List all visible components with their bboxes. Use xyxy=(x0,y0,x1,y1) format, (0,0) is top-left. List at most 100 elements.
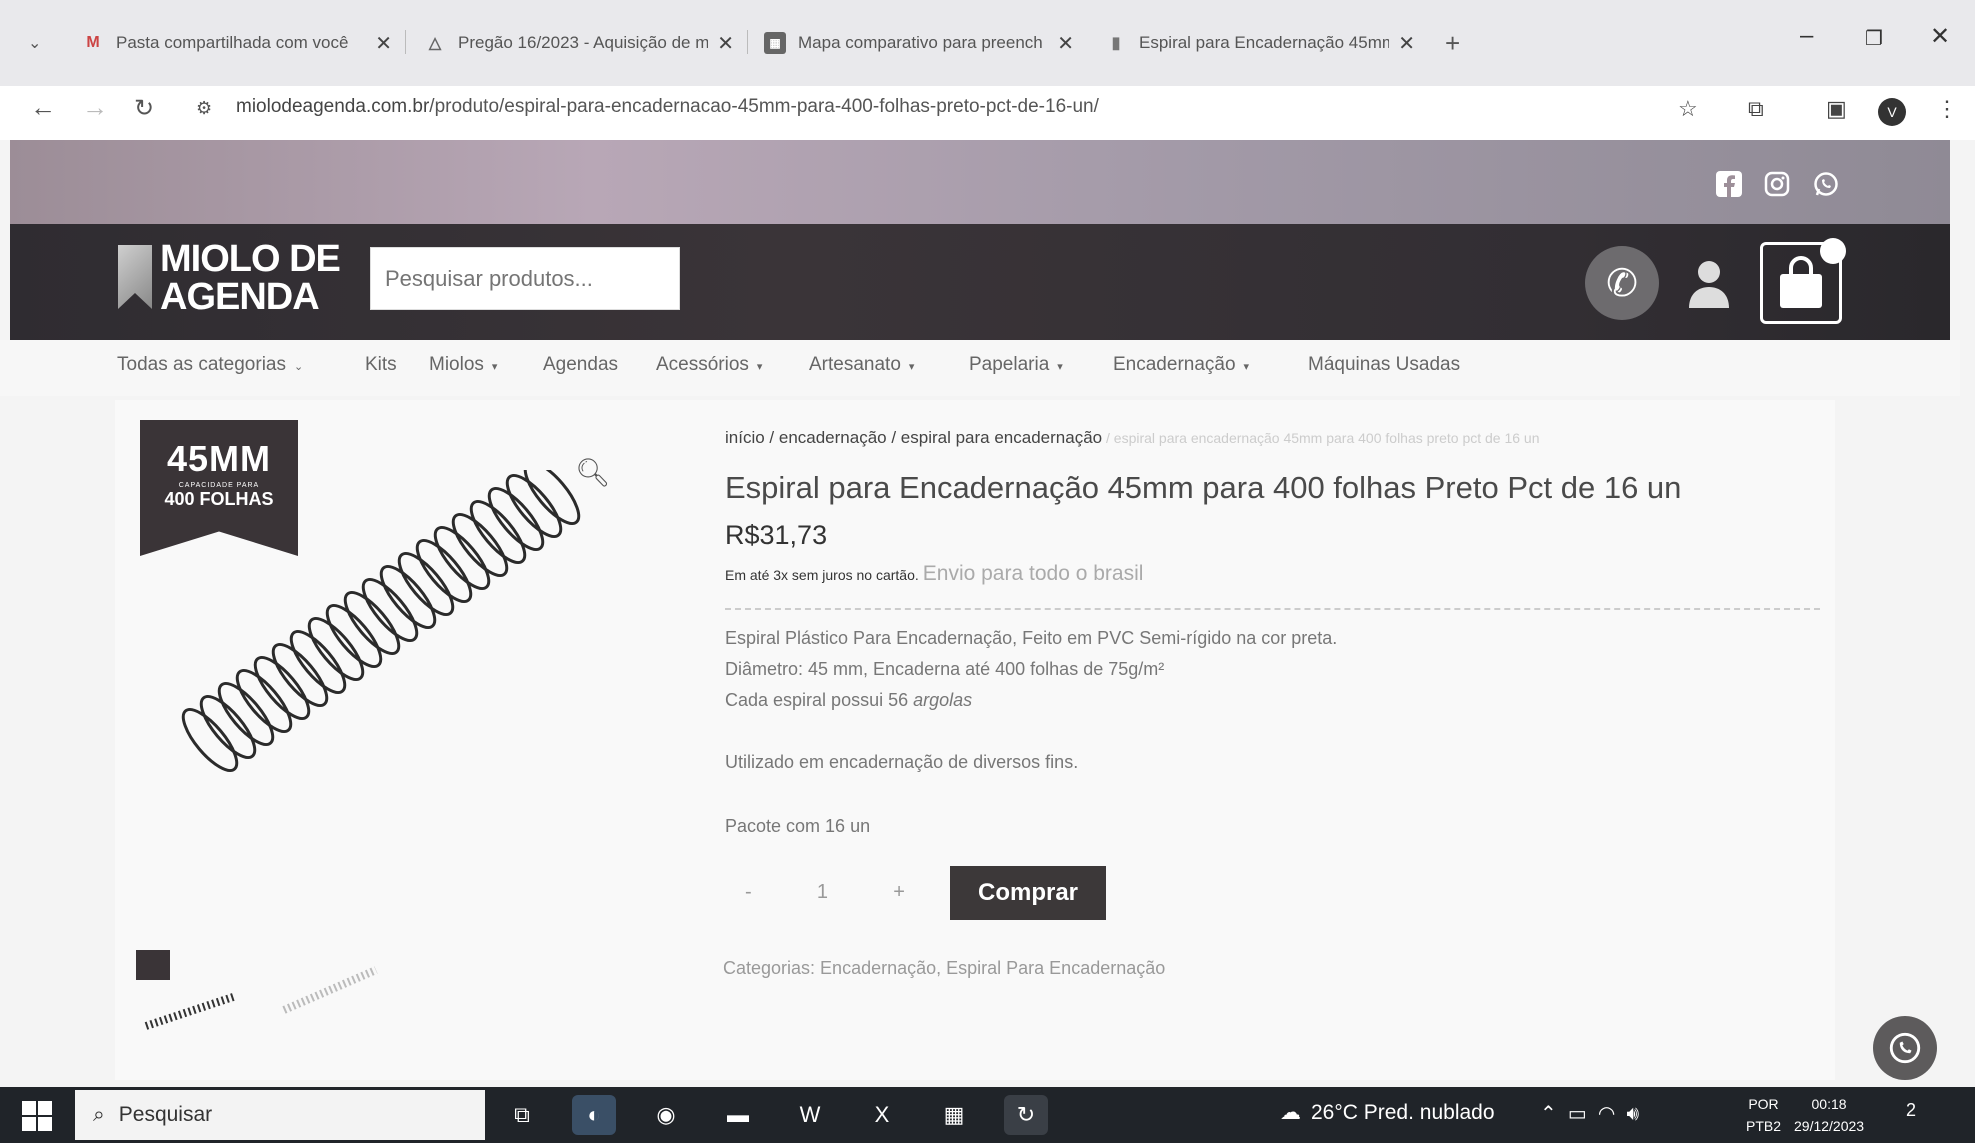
thumbnail-2[interactable] xyxy=(276,950,386,1040)
weather-widget[interactable]: ☁ 26°C Pred. nublado xyxy=(1280,1100,1495,1125)
site-logo[interactable]: MIOLO DE AGENDA xyxy=(160,238,341,316)
breadcrumb-encadernacao[interactable]: encadernação xyxy=(779,428,887,447)
side-panel-icon[interactable]: ▣ xyxy=(1826,96,1847,122)
windows-start-icon[interactable] xyxy=(20,1099,54,1133)
close-icon[interactable]: ✕ xyxy=(717,31,734,56)
phone-button[interactable]: ✆ xyxy=(1585,246,1659,320)
word-icon[interactable]: W xyxy=(788,1095,832,1135)
site-info-icon[interactable]: ⚙ xyxy=(196,98,212,119)
chevron-up-icon: ⌃ xyxy=(1540,1103,1557,1125)
installments-info: Em até 3x sem juros no cartão. Envio para… xyxy=(725,562,1143,586)
product-price: R$31,73 xyxy=(725,520,828,550)
tab-espiral-active[interactable]: ▮ Espiral para Encadernação 45mm ✕ xyxy=(1105,18,1415,68)
menu-label: Todas as categorias xyxy=(117,354,286,375)
chevron-down-icon: ⌄ xyxy=(294,361,304,373)
tab-separator xyxy=(747,30,748,54)
taskbar-search[interactable]: ⌕ Pesquisar xyxy=(75,1090,485,1140)
whatsapp-float-button[interactable] xyxy=(1873,1016,1937,1080)
menu-agendas[interactable]: Agendas xyxy=(543,354,618,376)
user-account-icon[interactable] xyxy=(1686,258,1732,308)
cloud-icon: ☁ xyxy=(1280,1101,1301,1124)
tab-search-dropdown[interactable]: ⌄ xyxy=(28,18,48,68)
close-window-button[interactable]: ✕ xyxy=(1930,22,1950,51)
caret-down-icon: ▾ xyxy=(1243,361,1250,373)
tab-mapa[interactable]: ▦ Mapa comparativo para preench ✕ xyxy=(764,18,1074,68)
restore-button[interactable]: ❐ xyxy=(1865,26,1883,51)
close-icon[interactable]: ✕ xyxy=(375,31,392,56)
calculator-icon[interactable]: ▦ xyxy=(932,1095,976,1135)
menu-papelaria[interactable]: Papelaria ▾ xyxy=(969,354,1063,376)
tab-separator xyxy=(405,30,406,54)
forward-button[interactable]: → xyxy=(82,92,108,123)
desc-line-2: Diâmetro: 45 mm, Encaderna até 400 folha… xyxy=(725,659,1165,679)
product-main-image[interactable] xyxy=(180,461,650,800)
qty-plus-button[interactable]: + xyxy=(893,881,905,904)
instagram-icon[interactable] xyxy=(1761,168,1793,200)
url-field[interactable]: miolodeagenda.com.br/produto/espiral-par… xyxy=(236,96,1099,118)
thumbnail-1[interactable] xyxy=(136,950,246,1040)
excel-icon[interactable]: X xyxy=(860,1095,904,1135)
new-tab-button[interactable]: + xyxy=(1445,18,1475,68)
menu-miolos[interactable]: Miolos ▾ xyxy=(429,354,497,376)
clock[interactable]: 00:18 29/12/2023 xyxy=(1794,1093,1864,1137)
task-view-icon[interactable]: ⧉ xyxy=(500,1095,544,1135)
breadcrumb-sep: / xyxy=(764,428,779,447)
language-indicator[interactable]: POR PTB2 xyxy=(1746,1093,1781,1137)
thumb-spiral-image xyxy=(144,992,238,1030)
reload-button[interactable]: ↻ xyxy=(134,94,154,123)
notification-icon[interactable]: 2 xyxy=(1906,1100,1936,1130)
facebook-icon[interactable] xyxy=(1713,168,1745,200)
cart-count-badge xyxy=(1820,238,1846,264)
gmail-icon: M xyxy=(86,34,100,51)
menu-maquinas-usadas[interactable]: Máquinas Usadas xyxy=(1308,354,1460,376)
menu-label: Acessórios xyxy=(656,354,749,375)
browser-tab-bar: ⌄ M Pasta compartilhada com você ✕ △ Pre… xyxy=(0,0,1975,86)
keyboard-layout: PTB2 xyxy=(1746,1118,1782,1134)
qty-value-input[interactable]: 1 xyxy=(817,881,828,904)
spiral-coil-image xyxy=(181,461,581,772)
breadcrumb-espiral[interactable]: espiral para encadernação xyxy=(901,428,1102,447)
extensions-icon[interactable]: ⧉ xyxy=(1748,96,1764,122)
menu-encadernacao[interactable]: Encadernação ▾ xyxy=(1113,354,1249,376)
close-icon[interactable]: ✕ xyxy=(1057,31,1074,56)
qty-minus-button[interactable]: - xyxy=(745,881,752,904)
caret-down-icon: ▾ xyxy=(756,361,763,373)
tab-pregao[interactable]: △ Pregão 16/2023 - Aquisição de m ✕ xyxy=(424,18,734,68)
thumb-badge xyxy=(136,950,170,980)
back-button[interactable]: ← xyxy=(30,92,56,123)
file-explorer-icon[interactable]: ▬ xyxy=(716,1095,760,1135)
breadcrumb-sep: / xyxy=(886,428,901,447)
whatsapp-icon[interactable] xyxy=(1810,168,1842,200)
menu-artesanato[interactable]: Artesanato ▾ xyxy=(809,354,914,376)
close-icon[interactable]: ✕ xyxy=(1398,31,1415,56)
shipping-info: Envio para todo o brasil xyxy=(922,562,1144,585)
caret-down-icon: ▾ xyxy=(1057,361,1063,373)
app-icon[interactable]: ↻ xyxy=(1004,1095,1048,1135)
thumb-spiral-image xyxy=(282,966,378,1014)
logo-line1: MIOLO DE xyxy=(160,238,341,280)
menu-label: Papelaria xyxy=(969,354,1050,375)
tab-label: Mapa comparativo para preench xyxy=(798,33,1043,52)
desc-line-3: Cada espiral possui 56 argolas xyxy=(725,690,972,711)
tab-gmail[interactable]: M Pasta compartilhada com você ✕ xyxy=(82,18,392,68)
system-tray[interactable]: ⌃ ▭ ◠ 🔊︎ xyxy=(1540,1101,1639,1126)
tab-label: Pasta compartilhada com você xyxy=(116,33,349,52)
plus-icon: + xyxy=(1445,27,1461,58)
menu-kits[interactable]: Kits xyxy=(365,354,397,376)
menu-label: Máquinas Usadas xyxy=(1308,354,1461,375)
menu-dots-icon[interactable]: ⋮ xyxy=(1936,96,1958,122)
chrome-icon[interactable]: ◉ xyxy=(644,1095,688,1135)
menu-all-categories[interactable]: Todas as categorias ⌄ xyxy=(117,354,303,376)
menu-acessorios[interactable]: Acessórios ▾ xyxy=(656,354,762,376)
minimize-button[interactable]: – xyxy=(1800,22,1813,50)
edge-icon[interactable]: ◐ xyxy=(572,1095,616,1135)
breadcrumb-home[interactable]: início xyxy=(725,428,765,447)
buy-button[interactable]: Comprar xyxy=(950,866,1106,920)
product-search-input[interactable] xyxy=(370,247,680,310)
profile-avatar[interactable]: V xyxy=(1878,98,1906,126)
clock-date: 29/12/2023 xyxy=(1794,1118,1865,1134)
product-title: Espiral para Encadernação 45mm para 400 … xyxy=(725,470,1682,505)
weather-text: 26°C Pred. nublado xyxy=(1311,1101,1495,1124)
url-path: /produto/espiral-para-encadernacao-45mm-… xyxy=(429,96,1099,117)
star-icon[interactable]: ☆ xyxy=(1678,96,1698,122)
